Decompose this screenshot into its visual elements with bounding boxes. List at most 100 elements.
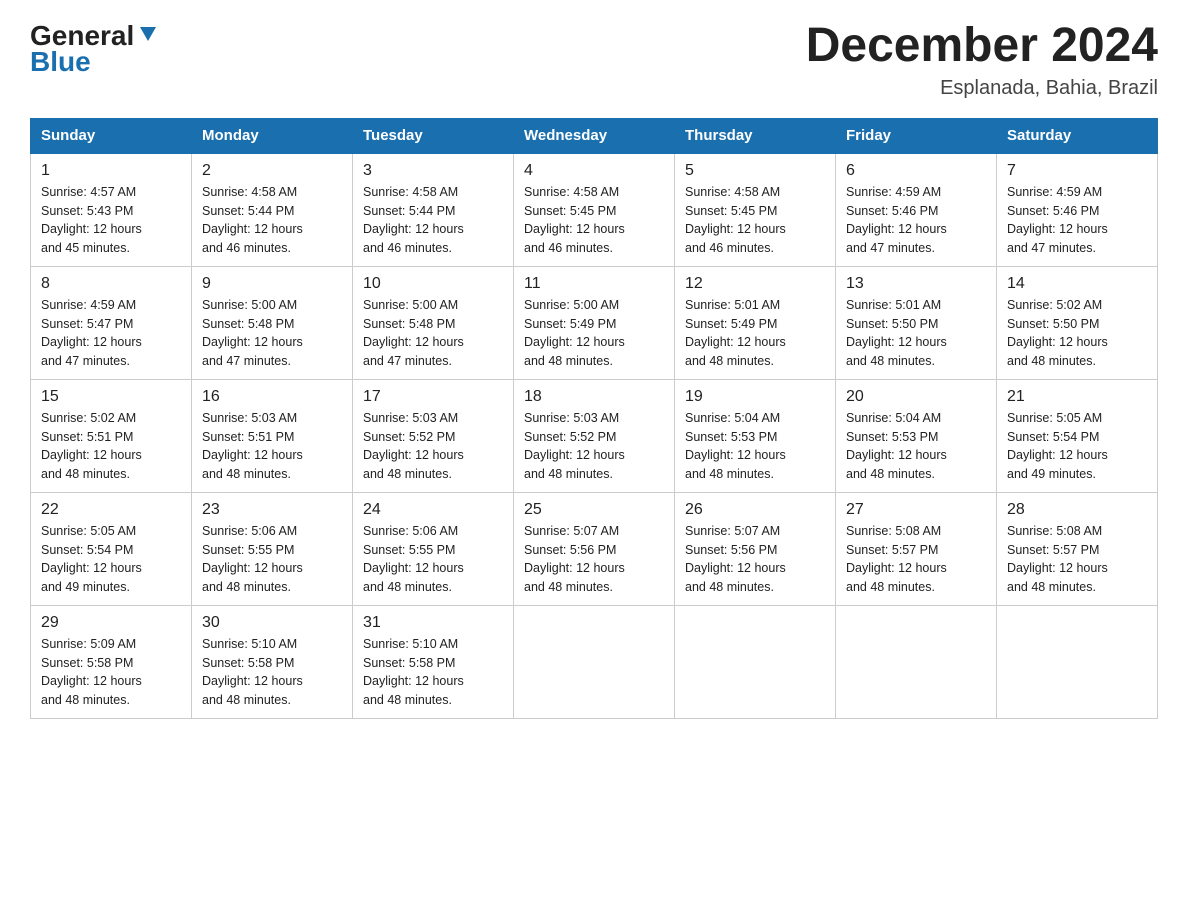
calendar-week-row: 29 Sunrise: 5:09 AM Sunset: 5:58 PM Dayl… — [31, 605, 1158, 718]
logo-triangle-icon — [137, 23, 159, 45]
day-info: Sunrise: 5:09 AM Sunset: 5:58 PM Dayligh… — [41, 635, 181, 710]
calendar-cell: 27 Sunrise: 5:08 AM Sunset: 5:57 PM Dayl… — [836, 492, 997, 605]
day-info: Sunrise: 5:10 AM Sunset: 5:58 PM Dayligh… — [202, 635, 342, 710]
calendar-cell: 23 Sunrise: 5:06 AM Sunset: 5:55 PM Dayl… — [192, 492, 353, 605]
calendar-cell — [997, 605, 1158, 718]
day-info: Sunrise: 4:58 AM Sunset: 5:44 PM Dayligh… — [363, 183, 503, 258]
day-info: Sunrise: 5:02 AM Sunset: 5:50 PM Dayligh… — [1007, 296, 1147, 371]
day-info: Sunrise: 5:00 AM Sunset: 5:48 PM Dayligh… — [202, 296, 342, 371]
day-info: Sunrise: 4:59 AM Sunset: 5:46 PM Dayligh… — [846, 183, 986, 258]
day-info: Sunrise: 5:03 AM Sunset: 5:51 PM Dayligh… — [202, 409, 342, 484]
day-number: 17 — [363, 388, 503, 406]
logo-blue-text: Blue — [30, 46, 91, 78]
calendar-cell: 11 Sunrise: 5:00 AM Sunset: 5:49 PM Dayl… — [514, 266, 675, 379]
weekday-header-sunday: Sunday — [31, 118, 192, 153]
weekday-header-saturday: Saturday — [997, 118, 1158, 153]
calendar-cell: 2 Sunrise: 4:58 AM Sunset: 5:44 PM Dayli… — [192, 153, 353, 267]
weekday-header-friday: Friday — [836, 118, 997, 153]
day-info: Sunrise: 5:00 AM Sunset: 5:49 PM Dayligh… — [524, 296, 664, 371]
calendar-cell: 19 Sunrise: 5:04 AM Sunset: 5:53 PM Dayl… — [675, 379, 836, 492]
calendar-table: SundayMondayTuesdayWednesdayThursdayFrid… — [30, 118, 1158, 719]
day-info: Sunrise: 4:58 AM Sunset: 5:45 PM Dayligh… — [524, 183, 664, 258]
calendar-cell: 9 Sunrise: 5:00 AM Sunset: 5:48 PM Dayli… — [192, 266, 353, 379]
day-number: 1 — [41, 162, 181, 180]
day-info: Sunrise: 4:59 AM Sunset: 5:47 PM Dayligh… — [41, 296, 181, 371]
calendar-cell — [675, 605, 836, 718]
calendar-cell: 28 Sunrise: 5:08 AM Sunset: 5:57 PM Dayl… — [997, 492, 1158, 605]
day-number: 28 — [1007, 501, 1147, 519]
calendar-cell: 7 Sunrise: 4:59 AM Sunset: 5:46 PM Dayli… — [997, 153, 1158, 267]
day-number: 31 — [363, 614, 503, 632]
calendar-cell: 1 Sunrise: 4:57 AM Sunset: 5:43 PM Dayli… — [31, 153, 192, 267]
day-info: Sunrise: 5:10 AM Sunset: 5:58 PM Dayligh… — [363, 635, 503, 710]
calendar-cell: 16 Sunrise: 5:03 AM Sunset: 5:51 PM Dayl… — [192, 379, 353, 492]
weekday-header-tuesday: Tuesday — [353, 118, 514, 153]
day-info: Sunrise: 5:02 AM Sunset: 5:51 PM Dayligh… — [41, 409, 181, 484]
day-number: 29 — [41, 614, 181, 632]
weekday-header-wednesday: Wednesday — [514, 118, 675, 153]
calendar-cell — [514, 605, 675, 718]
day-number: 6 — [846, 162, 986, 180]
day-info: Sunrise: 5:06 AM Sunset: 5:55 PM Dayligh… — [363, 522, 503, 597]
day-number: 4 — [524, 162, 664, 180]
calendar-cell: 30 Sunrise: 5:10 AM Sunset: 5:58 PM Dayl… — [192, 605, 353, 718]
day-info: Sunrise: 5:00 AM Sunset: 5:48 PM Dayligh… — [363, 296, 503, 371]
day-number: 15 — [41, 388, 181, 406]
day-number: 25 — [524, 501, 664, 519]
day-info: Sunrise: 4:58 AM Sunset: 5:45 PM Dayligh… — [685, 183, 825, 258]
weekday-header-thursday: Thursday — [675, 118, 836, 153]
day-info: Sunrise: 5:07 AM Sunset: 5:56 PM Dayligh… — [524, 522, 664, 597]
day-info: Sunrise: 5:08 AM Sunset: 5:57 PM Dayligh… — [846, 522, 986, 597]
day-info: Sunrise: 5:03 AM Sunset: 5:52 PM Dayligh… — [524, 409, 664, 484]
calendar-cell: 5 Sunrise: 4:58 AM Sunset: 5:45 PM Dayli… — [675, 153, 836, 267]
day-info: Sunrise: 5:08 AM Sunset: 5:57 PM Dayligh… — [1007, 522, 1147, 597]
calendar-cell: 31 Sunrise: 5:10 AM Sunset: 5:58 PM Dayl… — [353, 605, 514, 718]
day-info: Sunrise: 5:07 AM Sunset: 5:56 PM Dayligh… — [685, 522, 825, 597]
logo: General Blue — [30, 20, 159, 78]
day-number: 19 — [685, 388, 825, 406]
day-number: 22 — [41, 501, 181, 519]
calendar-week-row: 15 Sunrise: 5:02 AM Sunset: 5:51 PM Dayl… — [31, 379, 1158, 492]
day-info: Sunrise: 5:04 AM Sunset: 5:53 PM Dayligh… — [685, 409, 825, 484]
calendar-cell: 20 Sunrise: 5:04 AM Sunset: 5:53 PM Dayl… — [836, 379, 997, 492]
day-number: 30 — [202, 614, 342, 632]
month-title: December 2024 — [806, 20, 1158, 73]
day-info: Sunrise: 5:01 AM Sunset: 5:49 PM Dayligh… — [685, 296, 825, 371]
page-header: General Blue December 2024 Esplanada, Ba… — [30, 20, 1158, 100]
day-number: 5 — [685, 162, 825, 180]
day-info: Sunrise: 4:58 AM Sunset: 5:44 PM Dayligh… — [202, 183, 342, 258]
calendar-cell: 24 Sunrise: 5:06 AM Sunset: 5:55 PM Dayl… — [353, 492, 514, 605]
calendar-cell: 10 Sunrise: 5:00 AM Sunset: 5:48 PM Dayl… — [353, 266, 514, 379]
calendar-cell: 25 Sunrise: 5:07 AM Sunset: 5:56 PM Dayl… — [514, 492, 675, 605]
day-info: Sunrise: 5:05 AM Sunset: 5:54 PM Dayligh… — [1007, 409, 1147, 484]
calendar-cell — [836, 605, 997, 718]
day-number: 26 — [685, 501, 825, 519]
location-title: Esplanada, Bahia, Brazil — [806, 77, 1158, 100]
day-number: 8 — [41, 275, 181, 293]
calendar-cell: 17 Sunrise: 5:03 AM Sunset: 5:52 PM Dayl… — [353, 379, 514, 492]
calendar-week-row: 1 Sunrise: 4:57 AM Sunset: 5:43 PM Dayli… — [31, 153, 1158, 267]
calendar-cell: 6 Sunrise: 4:59 AM Sunset: 5:46 PM Dayli… — [836, 153, 997, 267]
day-info: Sunrise: 5:06 AM Sunset: 5:55 PM Dayligh… — [202, 522, 342, 597]
calendar-cell: 12 Sunrise: 5:01 AM Sunset: 5:49 PM Dayl… — [675, 266, 836, 379]
calendar-cell: 4 Sunrise: 4:58 AM Sunset: 5:45 PM Dayli… — [514, 153, 675, 267]
day-info: Sunrise: 5:05 AM Sunset: 5:54 PM Dayligh… — [41, 522, 181, 597]
calendar-cell: 15 Sunrise: 5:02 AM Sunset: 5:51 PM Dayl… — [31, 379, 192, 492]
day-number: 13 — [846, 275, 986, 293]
calendar-cell: 26 Sunrise: 5:07 AM Sunset: 5:56 PM Dayl… — [675, 492, 836, 605]
day-number: 24 — [363, 501, 503, 519]
day-info: Sunrise: 4:59 AM Sunset: 5:46 PM Dayligh… — [1007, 183, 1147, 258]
day-number: 9 — [202, 275, 342, 293]
day-number: 12 — [685, 275, 825, 293]
day-number: 18 — [524, 388, 664, 406]
day-number: 27 — [846, 501, 986, 519]
day-number: 21 — [1007, 388, 1147, 406]
calendar-cell: 13 Sunrise: 5:01 AM Sunset: 5:50 PM Dayl… — [836, 266, 997, 379]
day-info: Sunrise: 5:04 AM Sunset: 5:53 PM Dayligh… — [846, 409, 986, 484]
calendar-cell: 18 Sunrise: 5:03 AM Sunset: 5:52 PM Dayl… — [514, 379, 675, 492]
day-number: 14 — [1007, 275, 1147, 293]
day-info: Sunrise: 5:03 AM Sunset: 5:52 PM Dayligh… — [363, 409, 503, 484]
weekday-header-monday: Monday — [192, 118, 353, 153]
calendar-cell: 14 Sunrise: 5:02 AM Sunset: 5:50 PM Dayl… — [997, 266, 1158, 379]
calendar-cell: 29 Sunrise: 5:09 AM Sunset: 5:58 PM Dayl… — [31, 605, 192, 718]
